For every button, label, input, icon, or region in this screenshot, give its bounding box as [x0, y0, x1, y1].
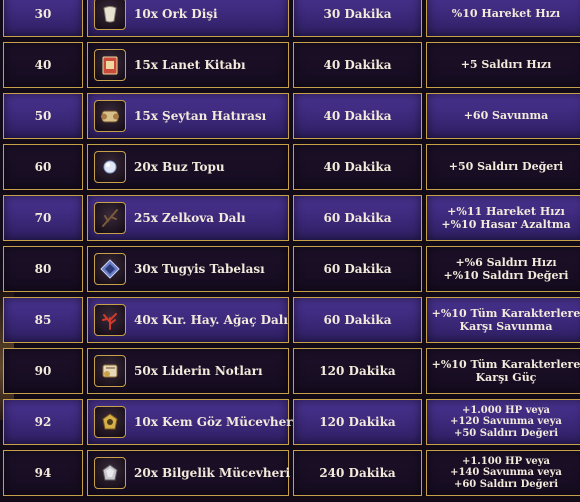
item-name: 10x Ork Dişi — [134, 7, 218, 21]
table-row: 80 30x Tugyis Tabelası 60 Dakika +%6 Sal… — [0, 246, 580, 292]
item-cell: 40x Kır. Hay. Ağaç Dalı — [87, 297, 289, 343]
item-name: 40x Kır. Hay. Ağaç Dalı — [134, 313, 288, 327]
item-name: 20x Buz Topu — [134, 160, 225, 174]
red-branch-icon — [94, 304, 126, 336]
table-row: 92 10x Kem Göz Mücevheri 120 Dakika +1.0… — [0, 399, 580, 445]
item-name: 25x Zelkova Dalı — [134, 211, 246, 225]
duration-cell: 60 Dakika — [293, 297, 422, 343]
duration-cell: 40 Dakika — [293, 144, 422, 190]
item-cell: 25x Zelkova Dalı — [87, 195, 289, 241]
item-cell: 10x Kem Göz Mücevheri — [87, 399, 297, 445]
level-cell: 60 — [3, 144, 83, 190]
reward-cell: +1.000 HP veya +120 Savunma veya +50 Sal… — [426, 399, 580, 445]
table-row: 30 10x Ork Dişi 30 Dakika %10 Hareket Hı… — [0, 0, 580, 37]
duration-cell: 30 Dakika — [293, 0, 422, 37]
reward-cell: %10 Hareket Hızı — [426, 0, 580, 37]
notes-icon — [94, 355, 126, 387]
duration-cell: 60 Dakika — [293, 195, 422, 241]
tablet-icon — [94, 253, 126, 285]
silver-gem-icon — [94, 457, 126, 489]
reward-cell: +5 Saldırı Hızı — [426, 42, 580, 88]
reward-line: +50 Saldırı Değeri — [453, 427, 559, 439]
table-row: 50 15x Şeytan Hatırası 40 Dakika +60 Sav… — [0, 93, 580, 139]
duration-cell: 120 Dakika — [293, 399, 422, 445]
branch-icon — [94, 202, 126, 234]
level-cell: 80 — [3, 246, 83, 292]
duration-cell: 240 Dakika — [293, 450, 422, 496]
reward-line: +%6 Saldırı Hızı — [455, 255, 557, 269]
reward-line: +60 Saldırı Değeri — [453, 478, 559, 490]
reward-line: +50 Saldırı Değeri — [448, 160, 564, 174]
level-cell: 92 — [3, 399, 83, 445]
level-cell: 40 — [3, 42, 83, 88]
item-cell: 15x Lanet Kitabı — [87, 42, 289, 88]
table-row: 94 20x Bilgelik Mücevheri 240 Dakika +1.… — [0, 450, 580, 496]
level-cell: 94 — [3, 450, 83, 496]
reward-cell: +%6 Saldırı Hızı +%10 Saldırı Değeri — [426, 246, 580, 292]
level-cell: 90 — [3, 348, 83, 394]
level-cell: 70 — [3, 195, 83, 241]
item-cell: 10x Ork Dişi — [87, 0, 289, 37]
item-name: 20x Bilgelik Mücevheri — [134, 466, 291, 480]
reward-line: +120 Savunma veya — [450, 416, 562, 428]
table-row: 70 25x Zelkova Dalı 60 Dakika +%11 Harek… — [0, 195, 580, 241]
item-cell: 20x Bilgelik Mücevheri — [87, 450, 291, 496]
item-cell: 15x Şeytan Hatırası — [87, 93, 289, 139]
level-cell: 30 — [3, 0, 83, 37]
reward-line: +60 Savunma — [463, 109, 549, 123]
reward-line: +%10 Tüm Karakterlere — [431, 357, 580, 371]
reward-cell: +50 Saldırı Değeri — [426, 144, 580, 190]
reward-cell: +60 Savunma — [426, 93, 580, 139]
book-icon — [94, 49, 126, 81]
tooth-icon — [94, 0, 126, 30]
table-row: 60 20x Buz Topu 40 Dakika +50 Saldırı De… — [0, 144, 580, 190]
reward-line: +5 Saldırı Hızı — [460, 58, 552, 72]
item-name: 15x Şeytan Hatırası — [134, 109, 267, 123]
reward-cell: +1.100 HP veya +140 Savunma veya +60 Sal… — [426, 450, 580, 496]
reward-cell: +%10 Tüm Karakterlere Karşı Savunma — [426, 297, 580, 343]
level-cell: 85 — [3, 297, 83, 343]
table-row: 90 50x Liderin Notları 120 Dakika +%10 T… — [0, 348, 580, 394]
reward-line: +%10 Saldırı Değeri — [443, 269, 569, 282]
table-row: 85 40x Kır. Hay. Ağaç Dalı 60 Dakika +%1… — [0, 297, 580, 343]
item-cell: 30x Tugyis Tabelası — [87, 246, 289, 292]
reward-line: %10 Hareket Hızı — [451, 7, 561, 21]
item-cell: 50x Liderin Notları — [87, 348, 289, 394]
reward-cell: +%11 Hareket Hızı +%10 Hasar Azaltma — [426, 195, 580, 241]
reward-line: Karşı Savunma — [459, 320, 553, 333]
reward-line: +%10 Hasar Azaltma — [441, 218, 571, 231]
item-name: 30x Tugyis Tabelası — [134, 262, 265, 276]
reward-line: +1.100 HP veya — [461, 455, 551, 467]
table-row: 40 15x Lanet Kitabı 40 Dakika +5 Saldırı… — [0, 42, 580, 88]
scroll-icon — [94, 100, 126, 132]
item-name: 15x Lanet Kitabı — [134, 58, 246, 72]
gold-gem-icon — [94, 406, 126, 438]
reward-line: +140 Savunma veya — [450, 467, 562, 479]
duration-cell: 40 Dakika — [293, 42, 422, 88]
item-name: 10x Kem Göz Mücevheri — [134, 415, 298, 429]
item-name: 50x Liderin Notları — [134, 364, 263, 378]
duration-cell: 120 Dakika — [293, 348, 422, 394]
reward-line: +%11 Hareket Hızı — [447, 204, 565, 218]
item-cell: 20x Buz Topu — [87, 144, 289, 190]
duration-cell: 40 Dakika — [293, 93, 422, 139]
reward-line: +1.000 HP veya — [461, 404, 551, 416]
reward-cell: +%10 Tüm Karakterlere Karşı Güç — [426, 348, 580, 394]
reward-line: +%10 Tüm Karakterlere — [431, 306, 580, 320]
ice-ball-icon — [94, 151, 126, 183]
level-cell: 50 — [3, 93, 83, 139]
reward-line: Karşı Güç — [475, 371, 537, 384]
duration-cell: 60 Dakika — [293, 246, 422, 292]
